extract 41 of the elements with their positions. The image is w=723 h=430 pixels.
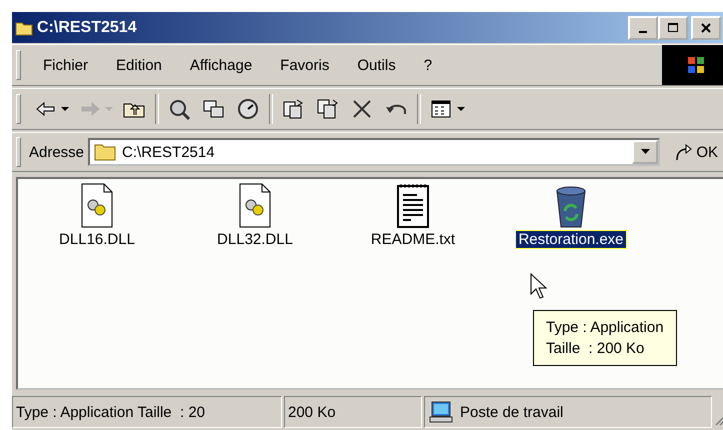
go-button[interactable]: OK [660,143,723,161]
menu-item[interactable]: ? [410,56,446,74]
status-size: 200 Ko [284,396,422,428]
maximize-button[interactable] [658,16,688,40]
windows-flag-icon [685,54,707,76]
window-title: C:\REST2514 [37,18,137,36]
toolbar-grip[interactable] [16,137,21,167]
caret-icon [105,106,113,112]
folder-icon [15,20,33,36]
close-button[interactable] [691,16,721,40]
menu-item[interactable]: Affichage [176,56,266,74]
computer-icon [428,401,454,423]
minimize-icon [639,30,647,32]
menu-item[interactable]: Outils [343,56,410,74]
minimize-button[interactable] [628,16,658,40]
search-icon [167,97,193,121]
folder-icon [94,143,116,161]
maximize-icon [668,22,678,32]
menu-item[interactable]: Favoris [266,56,344,74]
caret-icon [457,106,465,112]
curved-arrow-icon [674,143,694,161]
address-label: Adresse [29,144,84,160]
history-icon [235,97,261,121]
file-name[interactable]: Restoration.exe [516,231,626,248]
status-text: Type : Application Taille : 20 [12,396,282,428]
file-name[interactable]: README.txt [368,231,458,248]
mouse-pointer-icon [530,273,548,299]
file-name[interactable]: DLL32.DLL [215,231,295,248]
menu-item[interactable]: Fichier [29,56,102,74]
address-field[interactable]: C:\REST2514 [88,138,660,166]
caret-icon [61,106,69,112]
caret-icon [640,149,650,155]
toolbar-grip[interactable] [16,50,21,80]
tooltip-text: Type : Application [546,318,664,338]
tooltip-text: Taille : 200 Ko [546,339,646,359]
toolbar-grip[interactable] [16,94,21,124]
zone-label: Poste de travail [460,404,564,420]
menu-item[interactable]: Edition [102,56,176,74]
dropdown-button[interactable] [632,140,658,164]
file-name[interactable]: DLL16.DLL [57,231,137,248]
close-icon [701,22,711,32]
